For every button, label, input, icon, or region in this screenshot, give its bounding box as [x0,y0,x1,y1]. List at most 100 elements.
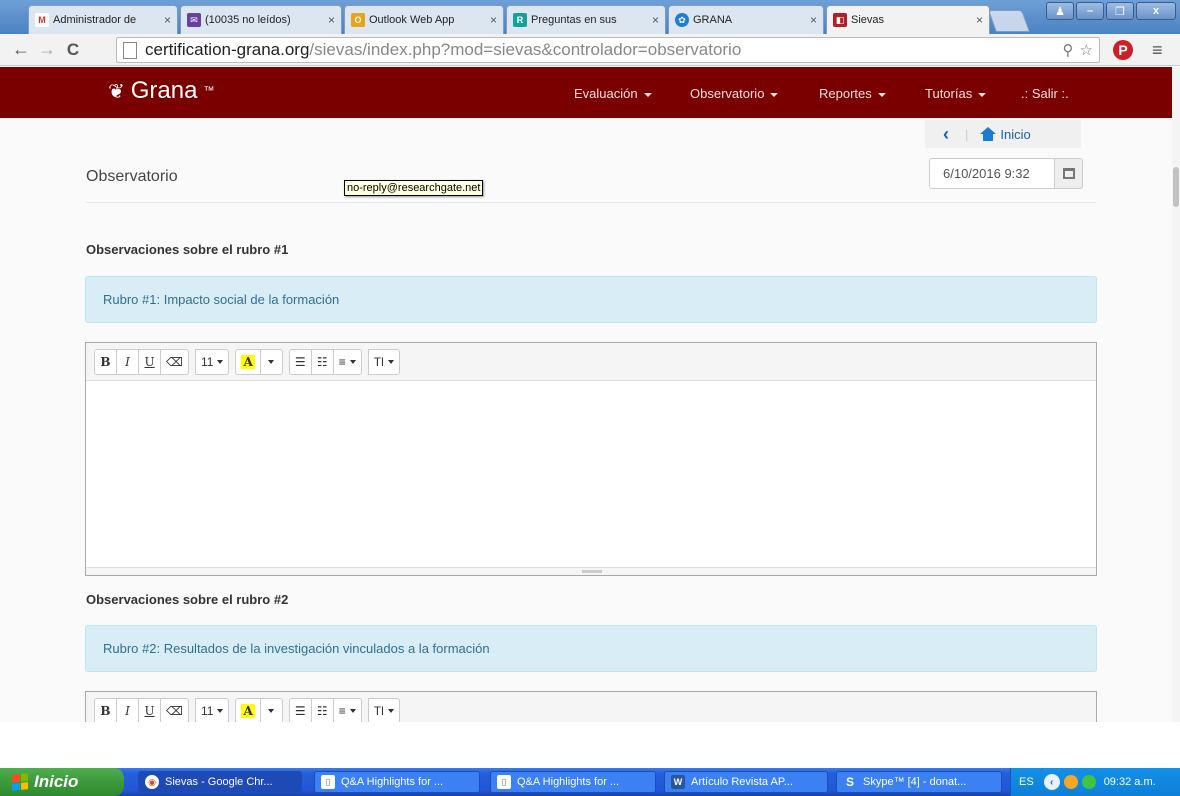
zoom-icon[interactable]: ⚲ [1063,41,1074,59]
underline-button[interactable]: U [138,348,161,375]
scrollbar-thumb[interactable] [1173,167,1179,207]
forward-arrow-icon[interactable]: → [34,39,60,60]
show-hidden-icons-icon[interactable]: ‹ [1043,774,1060,790]
close-icon[interactable]: × [164,13,171,27]
back-chevron-icon[interactable]: ‹ [943,124,949,145]
editor-resize-bar[interactable] [86,567,1096,575]
new-tab-button[interactable] [987,10,1031,32]
blank-area [0,722,1180,768]
outlook-icon: O [351,13,365,27]
user-icon[interactable]: ♟ [1046,2,1074,20]
word-icon: W [671,775,685,789]
caret-down-icon [643,92,652,97]
bold-button[interactable]: B [94,348,117,375]
nav-observatorio[interactable]: Observatorio [690,86,779,101]
tab-label: Sievas [851,14,885,26]
browser-tab-strip: M Administrador de × ✉ (10035 no leídos)… [0,0,1180,34]
network-icon[interactable] [1081,775,1096,789]
close-icon[interactable]: × [976,13,983,27]
ordered-list-icon[interactable]: ☷ [310,348,334,375]
home-icon[interactable] [980,127,997,141]
nav-salir[interactable]: .: Salir :. [1021,86,1069,101]
style-label: Tl [373,354,384,369]
tab-outlook[interactable]: O Outlook Web App × [344,5,504,34]
site-navbar: ❦ Grana ™ Evaluación Observatorio Reporte… [0,67,1172,118]
section-heading-rubro-1: Observaciones sobre el rubro #1 [86,242,289,257]
tab-researchgate[interactable]: R Preguntas en sus × [506,5,666,34]
maximize-button[interactable]: ❐ [1106,2,1134,20]
color-dropdown[interactable] [259,348,283,375]
calendar-button[interactable] [1054,158,1083,189]
tab-label: Preguntas en sus [531,14,617,26]
window-controls: ♟ – ❐ x [1046,2,1176,20]
site-brand[interactable]: ❦ Grana ™ [108,77,214,105]
clock: 09:32 a.m. [1103,776,1156,788]
close-icon[interactable]: × [328,13,335,27]
rubro-1-alert: Rubro #1: Impacto social de la formación [85,276,1097,323]
resize-grip-icon[interactable] [582,570,602,573]
tooltip: no-reply@researchgate.net [344,180,484,196]
close-icon[interactable]: × [490,13,497,27]
task-qa-2[interactable]: ▯ Q&A Highlights for ... [490,771,656,793]
align-dropdown[interactable]: ≡ [332,348,362,375]
nav-tutorias[interactable]: Tutorías [925,86,987,101]
font-size-dropdown[interactable]: 11 [194,697,230,722]
editor-toolbar: B I U ⌫ 11 A ☰ ☷ ≡ Tl [86,692,1096,722]
caret-down-icon [217,359,224,364]
bold-button[interactable]: B [94,697,117,722]
nav-reportes[interactable]: Reportes [819,86,886,101]
pinterest-icon[interactable]: P [1113,40,1133,60]
font-size-value: 11 [200,354,214,369]
start-button[interactable]: Inicio [0,768,124,796]
underline-button[interactable]: U [138,697,161,722]
home-link[interactable]: Inicio [1000,127,1030,142]
unordered-list-icon[interactable]: ☰ [288,348,312,375]
ordered-list-icon[interactable]: ☷ [310,697,334,722]
nav-label: Evaluación [574,86,638,101]
close-icon[interactable]: × [810,13,817,27]
style-dropdown[interactable]: Tl [367,348,400,375]
color-dropdown[interactable] [259,697,283,722]
style-dropdown[interactable]: Tl [367,697,400,722]
tab-label: GRANA [693,14,733,26]
italic-button[interactable]: I [116,348,139,375]
italic-button[interactable]: I [116,697,139,722]
tab-sievas[interactable]: ◧ Sievas × [826,5,990,34]
address-bar[interactable]: certification-grana.org/sievas/index.php… [116,37,1100,63]
page-title: Observatorio [86,168,178,185]
text-color-button[interactable]: A [235,348,261,375]
task-chrome[interactable]: ◉ Sievas - Google Chr... [138,771,302,793]
grana-icon: ✿ [675,13,689,27]
eraser-icon[interactable]: ⌫ [160,697,189,722]
color-letter: A [241,703,255,718]
breadcrumb-separator: | [965,126,969,142]
windows-taskbar: Inicio ◉ Sievas - Google Chr... ▯ Q&A Hi… [0,768,1180,796]
close-icon[interactable]: × [652,13,659,27]
editor-textarea[interactable] [86,381,1096,567]
reload-icon[interactable]: C [60,40,86,60]
tab-mail[interactable]: ✉ (10035 no leídos) × [180,5,342,34]
star-icon[interactable]: ☆ [1080,41,1093,59]
nav-label: Observatorio [690,86,765,101]
date-input[interactable]: 6/10/2016 9:32 [929,158,1055,189]
menu-icon[interactable]: ≡ [1152,40,1163,61]
close-window-button[interactable]: x [1136,2,1176,20]
minimize-button[interactable]: – [1076,2,1104,20]
task-skype[interactable]: S Skype™ [4] - donat... [836,771,1002,793]
nav-evaluacion[interactable]: Evaluación [574,86,652,101]
task-word[interactable]: W Artículo Revista AP... [664,771,828,793]
back-arrow-icon[interactable]: ← [8,39,34,60]
task-qa-1[interactable]: ▯ Q&A Highlights for ... [314,771,480,793]
tab-grana[interactable]: ✿ GRANA × [668,5,824,34]
eraser-icon[interactable]: ⌫ [160,348,189,375]
language-indicator[interactable]: ES [1019,776,1034,788]
text-color-button[interactable]: A [235,697,261,722]
page-scrollbar[interactable] [1172,67,1180,722]
url-path: /sievas/index.php?mod=sievas&controlador… [309,40,742,59]
document-icon: ▯ [321,775,335,789]
unordered-list-icon[interactable]: ☰ [288,697,312,722]
user-status-icon[interactable] [1063,775,1078,789]
tab-gmail[interactable]: M Administrador de × [28,5,178,34]
align-dropdown[interactable]: ≡ [332,697,362,722]
font-size-dropdown[interactable]: 11 [194,348,230,375]
